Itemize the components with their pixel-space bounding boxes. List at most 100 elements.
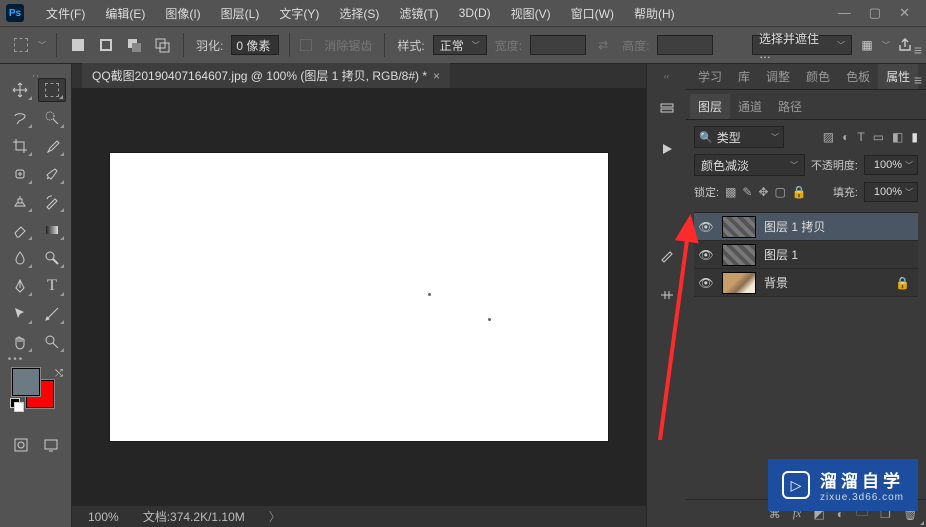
menu-layer[interactable]: 图层(L) xyxy=(211,5,270,22)
lock-transparency-icon[interactable]: ▩ xyxy=(725,185,736,199)
tab-library[interactable]: 库 xyxy=(730,64,758,89)
edit-toolbar-icon[interactable]: ••• xyxy=(6,354,26,362)
intersect-selection-icon[interactable] xyxy=(151,34,173,56)
filter-type-icon[interactable]: T xyxy=(857,130,864,144)
tab-layers[interactable]: 图层 xyxy=(690,94,730,119)
path-select-tool[interactable] xyxy=(6,302,34,326)
menu-edit[interactable]: 编辑(E) xyxy=(95,5,155,22)
tab-swatches[interactable]: 色板 xyxy=(838,64,878,89)
fill-input[interactable]: 100% xyxy=(864,182,918,202)
align-dropdown-icon[interactable]: ﹀ xyxy=(882,40,890,51)
eraser-tool[interactable] xyxy=(6,218,34,242)
window-maximize-icon[interactable]: ▢ xyxy=(869,5,881,21)
filter-toggle-icon[interactable]: ▮ xyxy=(911,130,918,144)
dodge-tool[interactable] xyxy=(38,246,66,270)
quick-select-tool[interactable] xyxy=(38,106,66,130)
brushes-panel-icon[interactable] xyxy=(655,283,679,307)
blur-tool[interactable] xyxy=(6,246,34,270)
opacity-input[interactable]: 100% xyxy=(864,155,918,175)
menu-type[interactable]: 文字(Y) xyxy=(269,5,329,22)
panel-menu-icon[interactable]: ≡ xyxy=(914,42,922,58)
new-selection-icon[interactable] xyxy=(67,34,89,56)
actions-panel-icon[interactable] xyxy=(655,137,679,161)
marquee-tool[interactable] xyxy=(38,78,66,102)
tab-color[interactable]: 颜色 xyxy=(798,64,838,89)
screenmode-icon[interactable] xyxy=(40,434,62,456)
blend-mode-select[interactable]: 颜色减淡 xyxy=(694,154,805,176)
history-brush-tool[interactable] xyxy=(38,190,66,214)
document-tab[interactable]: QQ截图20190407164607.jpg @ 100% (图层 1 拷贝, … xyxy=(82,62,450,88)
visibility-icon[interactable]: 👁 xyxy=(698,248,714,262)
feather-input[interactable] xyxy=(231,35,279,55)
layer-name[interactable]: 背景 xyxy=(764,274,887,291)
menu-select[interactable]: 选择(S) xyxy=(329,5,389,22)
filter-shape-icon[interactable]: ▭ xyxy=(873,130,884,144)
zoom-level[interactable]: 100% xyxy=(88,510,119,524)
layer-row[interactable]: 👁 图层 1 拷贝 xyxy=(694,213,918,241)
lasso-tool[interactable] xyxy=(6,106,34,130)
filter-adjust-icon[interactable]: ◐ xyxy=(842,130,849,144)
filter-smart-icon[interactable]: ◧ xyxy=(892,130,903,144)
tool-preset-icon[interactable] xyxy=(10,34,32,56)
clone-stamp-tool[interactable] xyxy=(6,190,34,214)
layer-row[interactable]: 👁 背景 🔒 xyxy=(694,269,918,297)
eyedropper-tool[interactable] xyxy=(38,134,66,158)
layer-name[interactable]: 图层 1 xyxy=(764,246,914,263)
menu-view[interactable]: 视图(V) xyxy=(501,5,561,22)
lock-pixels-icon[interactable]: ✎ xyxy=(742,185,752,199)
rail-handle-icon[interactable]: ‹‹ xyxy=(664,72,669,81)
tab-learn[interactable]: 学习 xyxy=(690,64,730,89)
brush-settings-panel-icon[interactable] xyxy=(655,243,679,267)
add-selection-icon[interactable] xyxy=(95,34,117,56)
default-colors-icon[interactable] xyxy=(10,398,24,412)
shape-tool[interactable] xyxy=(38,302,66,326)
lock-all-icon[interactable]: 🔒 xyxy=(792,185,807,199)
tab-channels[interactable]: 通道 xyxy=(730,94,770,119)
tab-paths[interactable]: 路径 xyxy=(770,94,810,119)
window-close-icon[interactable]: ✕ xyxy=(899,5,910,21)
menu-filter[interactable]: 滤镜(T) xyxy=(389,5,448,22)
zoom-tool[interactable] xyxy=(38,330,66,354)
layer-thumbnail[interactable] xyxy=(722,244,756,266)
antialias-checkbox[interactable] xyxy=(300,39,312,51)
layer-thumbnail[interactable] xyxy=(722,216,756,238)
window-minimize-icon[interactable]: — xyxy=(838,5,851,21)
tab-close-icon[interactable]: × xyxy=(433,69,440,83)
quickmask-icon[interactable] xyxy=(10,434,32,456)
visibility-icon[interactable]: 👁 xyxy=(698,276,714,290)
menu-window[interactable]: 窗口(W) xyxy=(561,5,624,22)
share-icon[interactable] xyxy=(894,34,916,56)
filter-pixel-icon[interactable]: ▨ xyxy=(823,130,834,144)
pen-tool[interactable] xyxy=(6,274,34,298)
tab-adjustments[interactable]: 调整 xyxy=(758,64,798,89)
layer-name[interactable]: 图层 1 拷贝 xyxy=(764,218,914,235)
crop-tool[interactable] xyxy=(6,134,34,158)
menu-file[interactable]: 文件(F) xyxy=(36,5,95,22)
menu-image[interactable]: 图像(I) xyxy=(155,5,210,22)
move-tool[interactable] xyxy=(6,78,34,102)
brush-tool[interactable] xyxy=(38,162,66,186)
layer-thumbnail[interactable] xyxy=(722,272,756,294)
tab-properties[interactable]: 属性 xyxy=(878,64,918,89)
menu-3d[interactable]: 3D(D) xyxy=(449,6,501,20)
toolbox-handle-icon[interactable]: ·· xyxy=(6,68,65,78)
menu-help[interactable]: 帮助(H) xyxy=(624,5,685,22)
style-select[interactable]: 正常 xyxy=(433,35,487,55)
align-icon[interactable]: ▦ xyxy=(856,34,878,56)
lock-position-icon[interactable]: ✥ xyxy=(758,185,768,199)
layers-panel-menu-icon[interactable]: ≡ xyxy=(914,72,922,88)
foreground-color[interactable] xyxy=(12,368,40,396)
layer-filter-select[interactable]: 🔍类型 xyxy=(694,126,784,148)
type-tool[interactable]: T xyxy=(38,274,66,298)
healing-brush-tool[interactable] xyxy=(6,162,34,186)
canvas[interactable] xyxy=(110,153,608,441)
gradient-tool[interactable] xyxy=(38,218,66,242)
tool-preset-dropdown-icon[interactable]: ﹀ xyxy=(38,40,46,51)
history-panel-icon[interactable] xyxy=(655,97,679,121)
lock-artboard-icon[interactable]: ▢ xyxy=(775,185,786,199)
select-and-mask-button[interactable]: 选择并遮住 … xyxy=(752,35,852,55)
visibility-icon[interactable]: 👁 xyxy=(698,220,714,234)
subtract-selection-icon[interactable] xyxy=(123,34,145,56)
layer-row[interactable]: 👁 图层 1 xyxy=(694,241,918,269)
swap-colors-icon[interactable]: ⤭ xyxy=(55,368,63,379)
